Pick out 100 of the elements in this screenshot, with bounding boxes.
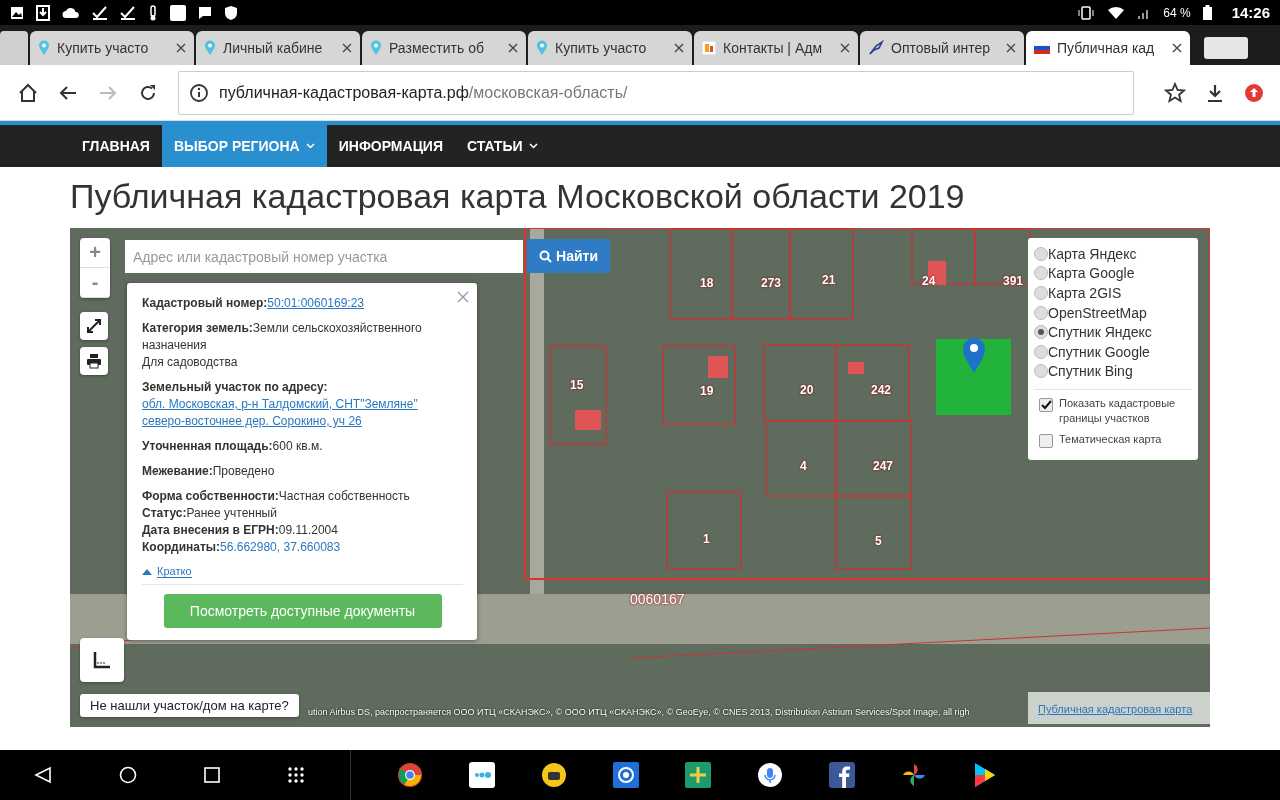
nav-link[interactable]: ГЛАВНАЯ <box>70 125 162 167</box>
radio-button[interactable] <box>1034 305 1048 320</box>
download-icon <box>36 4 50 21</box>
shield-icon <box>224 4 238 21</box>
fullscreen-button[interactable] <box>80 312 108 340</box>
info-line: Земельный участок по адресу: обл. Московская, р-н Талдомский, СНТ"Земляне" северо-восточнее дер. Сорокино, уч 26 <box>142 379 463 430</box>
close-icon[interactable] <box>508 43 518 53</box>
info-icon <box>189 82 209 103</box>
check-icon <box>92 5 108 20</box>
browser-app-icon[interactable] <box>397 762 423 788</box>
ruler-icon <box>93 651 111 669</box>
nav-link[interactable]: СТАТЬИ <box>455 125 550 167</box>
social-app-icon[interactable] <box>829 762 855 788</box>
parcel-number: 391 <box>1003 274 1024 288</box>
reload-icon[interactable] <box>138 82 158 103</box>
info-line: Координаты:56.662980, 37.660083 <box>142 539 342 556</box>
location-pin-icon <box>961 336 987 374</box>
radio-button[interactable] <box>1034 325 1048 340</box>
parcel-number: 242 <box>871 383 892 397</box>
url-field[interactable]: публичная-кадастровая-карта.рф/московская-область/ <box>178 70 1134 115</box>
recents-icon[interactable] <box>204 767 220 783</box>
info-line: Статус:Ранее учтенный <box>142 505 278 522</box>
zoom-out-button[interactable]: - <box>80 268 110 298</box>
radio-button[interactable] <box>1034 285 1048 300</box>
layer-option[interactable]: Карта Google <box>1034 263 1192 284</box>
search-field[interactable]: Адрес или кадастровый номер участка <box>125 240 523 273</box>
info-line: Форма собственности:Частная собственность <box>142 488 411 505</box>
info-line: Межевание:Проведено <box>142 463 276 480</box>
checkbox[interactable] <box>1039 434 1053 449</box>
browser-tab[interactable]: Купить участо <box>528 31 692 65</box>
collapse-link[interactable]: Кратко <box>142 565 192 578</box>
ruler-button[interactable] <box>80 638 124 682</box>
microphone-icon[interactable] <box>757 762 783 788</box>
close-icon[interactable] <box>840 43 850 53</box>
page-title: Публичная кадастровая карта Московской области 2019 <box>70 177 966 216</box>
radio-button[interactable] <box>1034 344 1048 359</box>
battery-icon <box>1202 5 1212 20</box>
layer-option[interactable]: Карта 2GIS <box>1034 283 1192 303</box>
back-icon[interactable] <box>34 766 52 784</box>
info-link[interactable]: обл. Московская, р-н Талдомский, СНТ"Земляне" северо-восточнее дер. Сорокино, уч 26 <box>142 396 463 430</box>
map-pin-icon <box>38 40 50 56</box>
parcel-number: 273 <box>761 276 782 290</box>
app-grid-icon[interactable] <box>287 766 305 784</box>
home-icon[interactable] <box>18 82 38 103</box>
favicon-icon <box>702 41 716 55</box>
close-icon[interactable] <box>1172 43 1182 53</box>
parcel-number: 5 <box>875 534 882 548</box>
search-button[interactable]: Найти <box>527 239 610 273</box>
parcel-number: 20 <box>800 383 814 397</box>
help-tooltip[interactable]: Не нашли участок/дом на карте? <box>80 694 299 717</box>
wifi-icon <box>1107 5 1126 20</box>
dots-app-icon[interactable] <box>469 762 495 788</box>
nav-link[interactable]: ВЫБОР РЕГИОНА <box>161 125 327 167</box>
expand-icon <box>86 318 102 334</box>
close-icon[interactable] <box>674 43 684 53</box>
zoom-in-button[interactable]: + <box>80 238 110 268</box>
layer-option[interactable]: Спутник Google <box>1034 341 1192 362</box>
print-button[interactable] <box>80 347 108 375</box>
browser-tab[interactable]: Личный кабине <box>196 31 360 65</box>
info-link[interactable]: 50:01:0060169:23 <box>267 296 365 310</box>
layer-option[interactable]: Спутник Bing <box>1034 361 1192 382</box>
checkbox[interactable] <box>1039 398 1053 413</box>
layer-option[interactable]: Карта Яндекс <box>1034 244 1192 264</box>
close-icon[interactable] <box>176 43 186 53</box>
radio-button[interactable] <box>1034 364 1048 379</box>
upload-icon[interactable] <box>1244 82 1264 103</box>
star-icon[interactable] <box>1164 81 1186 104</box>
layer-checkbox-option[interactable]: Тематическая карта <box>1039 432 1192 449</box>
browser-tab[interactable]: Публичная кад <box>1026 31 1190 65</box>
map-attribution: ution Airbus DS, распространяется ООО ИТЦ «СКАНЭКС», © ООО ИТЦ «СКАНЭКС», © GeoEye, © CNES 2013, Distribution Astrium Services/Spot Image, all righ <box>308 707 970 717</box>
close-icon[interactable] <box>342 43 352 53</box>
parcel-number: 4 <box>800 459 807 473</box>
browser-tab[interactable]: Оптовый интер <box>860 31 1024 65</box>
square-icon <box>170 4 186 21</box>
nav-link[interactable]: ИНФОРМАЦИЯ <box>326 125 455 167</box>
battery-level: 64 % <box>1163 5 1191 20</box>
layer-option[interactable]: OpenStreetMap <box>1034 302 1192 323</box>
browser-tab[interactable]: Разместить об <box>362 31 526 65</box>
printer-icon <box>86 353 102 369</box>
browser-tab[interactable]: Купить участо <box>30 31 194 65</box>
map-pin-icon <box>204 40 216 56</box>
building <box>575 410 601 430</box>
pinwheel-icon[interactable] <box>901 762 927 788</box>
camera-app-icon[interactable] <box>613 762 639 788</box>
info-line: Кадастровый номер:50:01:0060169:23 <box>142 295 366 312</box>
info-line: Категория земель:Земли сельскохозяйственного назначения <box>142 320 423 354</box>
close-icon[interactable] <box>1006 43 1016 53</box>
layer-checkbox-option[interactable]: Показать кадастровые границы участков <box>1039 396 1192 427</box>
taxi-app-icon[interactable] <box>541 762 567 788</box>
bird-icon <box>868 40 884 56</box>
radio-button[interactable] <box>1034 246 1048 261</box>
satellite-map[interactable] <box>70 228 1210 727</box>
radio-button[interactable] <box>1034 266 1048 281</box>
browser-tab[interactable]: Контакты | Адм <box>694 31 858 65</box>
store-app-icon[interactable] <box>973 762 997 788</box>
triangle-up-icon <box>142 568 152 575</box>
download-icon[interactable] <box>1206 82 1224 103</box>
info-line: Дата внесения в ЕГРН:09.11.2004 <box>142 522 339 539</box>
layer-option[interactable]: Спутник Яндекс <box>1034 322 1192 342</box>
check-icon <box>120 5 136 20</box>
